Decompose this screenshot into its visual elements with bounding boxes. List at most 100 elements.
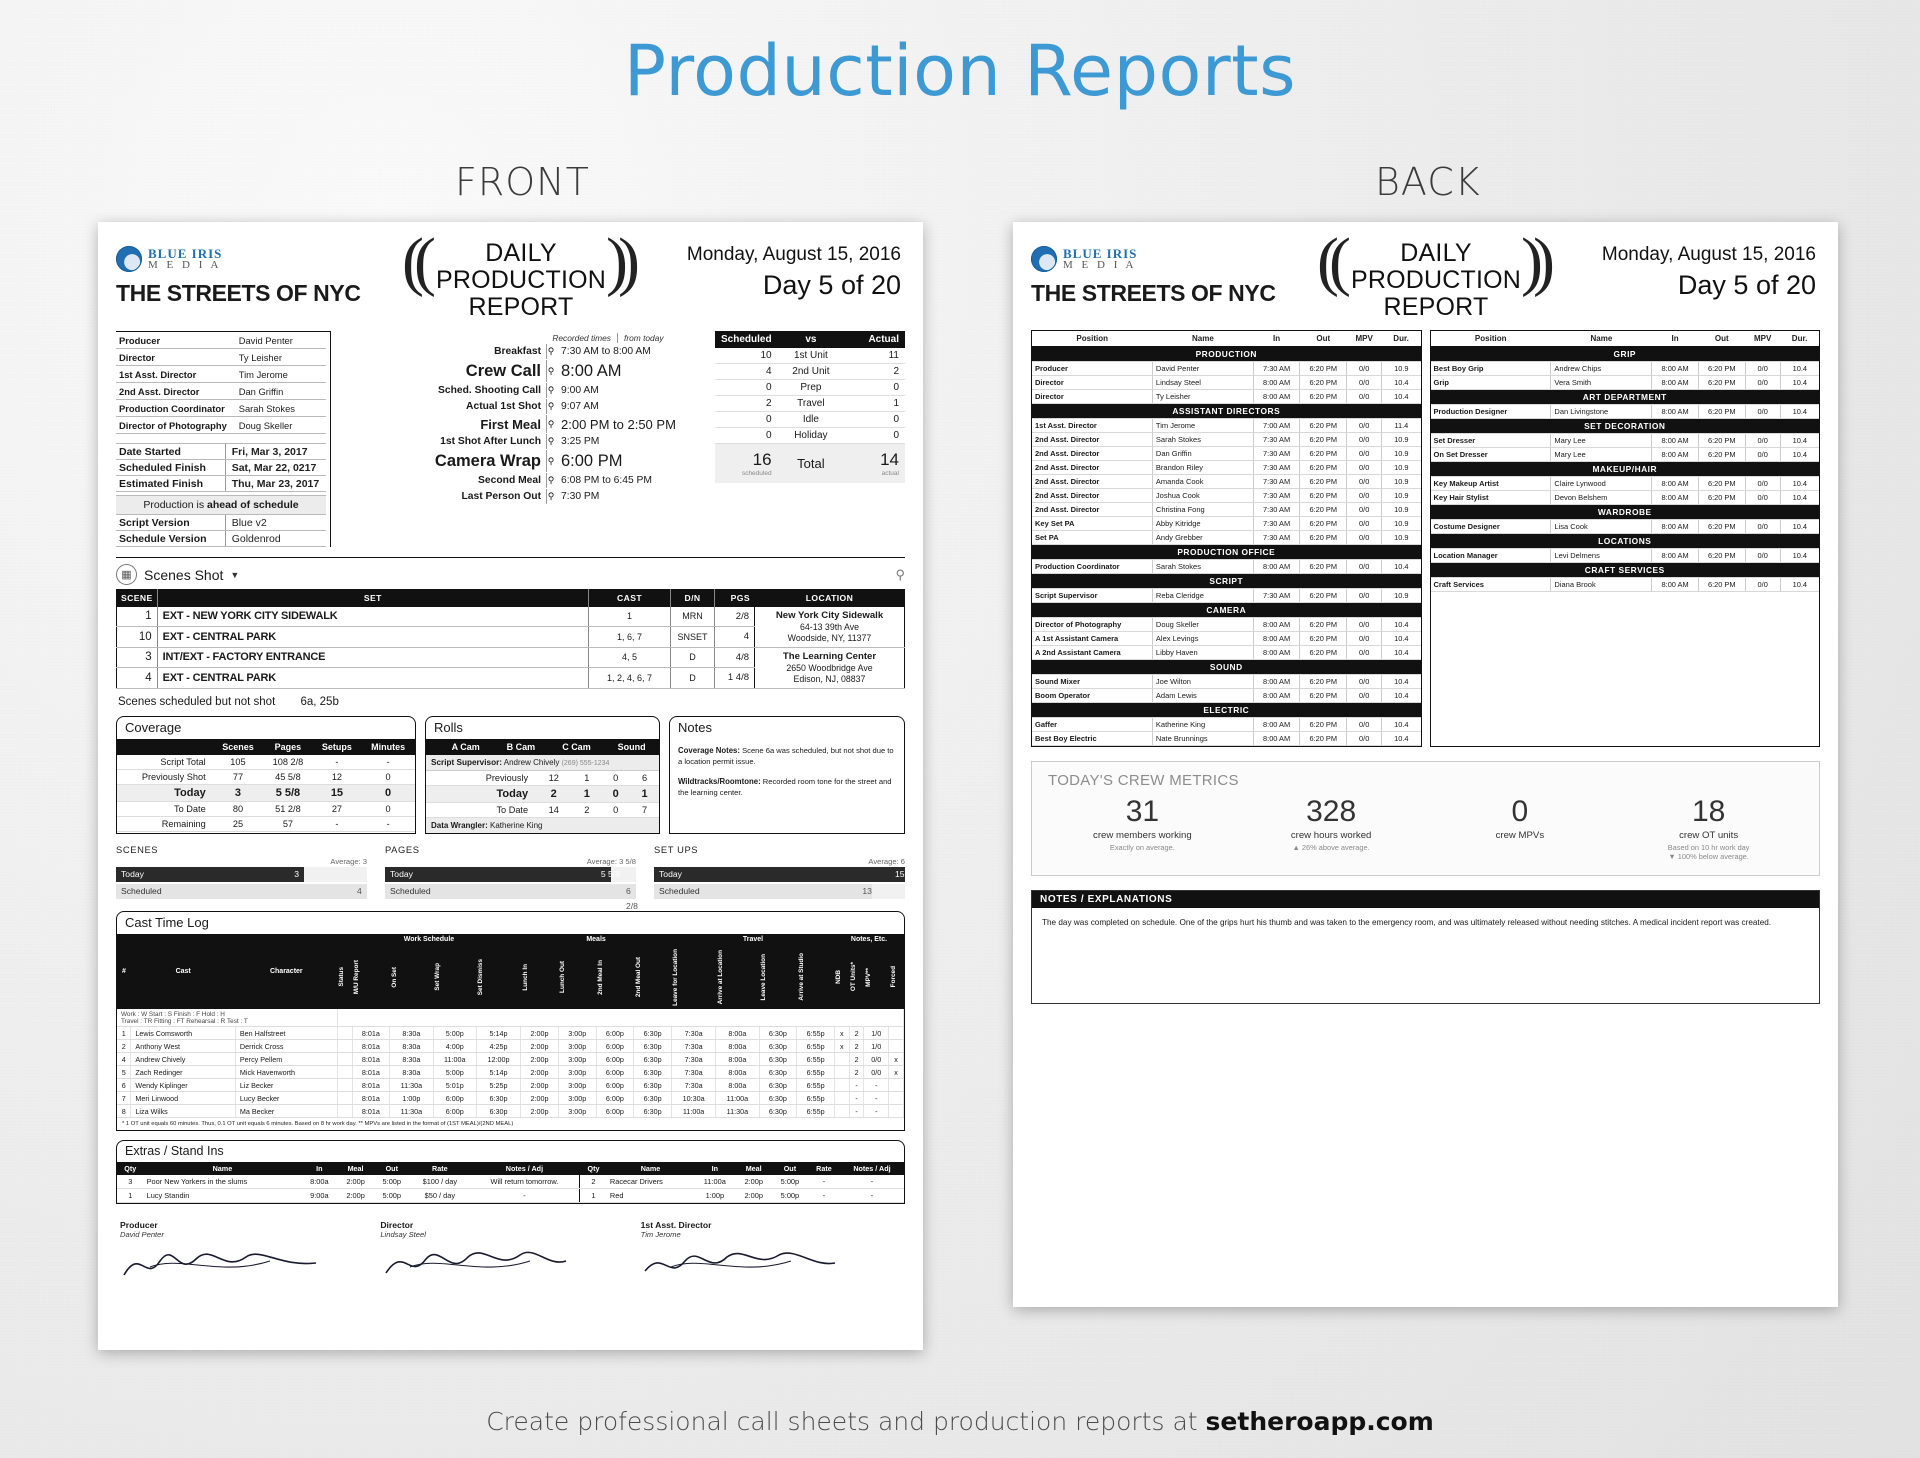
- ctl-onset: 1:00p: [389, 1091, 434, 1106]
- ctl-ot: -: [849, 1091, 865, 1106]
- crew-dur: 10.9: [1381, 588, 1421, 603]
- stat-bar-value: 13: [862, 885, 872, 896]
- extras-col-l-1: Name: [143, 1162, 302, 1176]
- version-row: Schedule Version Goldenrod: [116, 530, 326, 547]
- ctl-legend-line-1: Work : W Start : S Finish : F Hold : H: [121, 1010, 225, 1018]
- crew-dur: 10.4: [1381, 645, 1421, 660]
- crew-dur: 10.4: [1381, 717, 1421, 732]
- rolls-c: 0: [601, 770, 631, 786]
- notes-explanations-body: The day was completed on schedule. One o…: [1042, 918, 1772, 927]
- crew-dept-row: MAKEUP/HAIR: [1430, 461, 1819, 477]
- ctl-lout: 3:00p: [558, 1039, 597, 1054]
- ctl-character: Ben Halfstreet: [235, 1026, 338, 1041]
- crew-dur: 10.4: [1780, 375, 1819, 390]
- stat-bar-label: Today: [390, 868, 413, 879]
- crew-row: Key Makeup Artist Claire Lynwood 8:00 AM 6:…: [1430, 476, 1819, 491]
- key-crew-row: Producer David Penter: [116, 332, 326, 349]
- crew-metric-sub-line: Exactly on average.: [1109, 843, 1175, 852]
- ctl-legend: Work : W Start : S Finish : F Hold : H Tr…: [117, 1009, 338, 1028]
- coverage-setups: -: [312, 816, 362, 832]
- map-pin-icon[interactable]: ⚲: [895, 567, 905, 583]
- scene-location: New York City Sidewalk 64-13 39th Ave Wood…: [754, 606, 905, 648]
- crew-metric-sub-line: ▲ 26% above average.: [1292, 843, 1370, 852]
- key-crew-name: Sarah Stokes: [235, 399, 326, 417]
- stat-bar-value: 6 2/8: [625, 885, 638, 911]
- coverage-col-2: Pages: [263, 738, 313, 755]
- crew-dept-row: WARDROBE: [1430, 504, 1819, 520]
- time-row: Camera Wrap ⚲ 6:00 PM: [343, 450, 705, 472]
- ctl-onset: 11:30a: [389, 1104, 434, 1119]
- extras-table: Qty Name In Meal Out Rate Notes / Adj Qty Name In…: [117, 1162, 904, 1204]
- report-day: Day 5 of 20: [762, 270, 901, 300]
- ctl-lout: 3:00p: [558, 1065, 597, 1080]
- rolls-a: 14: [535, 802, 573, 818]
- crew-mpv: 0/0: [1346, 530, 1383, 545]
- coverage-label: Previously Shot: [117, 769, 213, 785]
- ctl-row: 1 Lewis Comsworth Ben Halfstreet 8:01a 8:30a…: [117, 1026, 904, 1041]
- scene-set: EXT - NEW YORK CITY SIDEWALK: [157, 606, 589, 628]
- ctl-mpv: -: [863, 1091, 890, 1106]
- crew-mpv: 0/0: [1346, 389, 1383, 404]
- sched-value: 2: [715, 395, 778, 412]
- crew-table-left: Position Name In Out MPV Dur. PRODUCTION Produ…: [1031, 330, 1422, 747]
- crew-in: 8:00 AM: [1253, 559, 1301, 574]
- extras-r-qty: 2: [579, 1175, 607, 1190]
- ctl-grp-span-3: Notes, Etc.: [834, 933, 904, 945]
- data-wrangler-label: Data Wrangler:: [431, 820, 488, 830]
- time-marker-icon: ⚲: [546, 434, 555, 449]
- crew-position: Costume Designer: [1430, 519, 1552, 534]
- back-sheet: BLUE IRIS M E D I A THE STREETS OF NYC (…: [1013, 222, 1838, 1307]
- date-row: Estimated Finish Thu, Mar 23, 2017: [116, 475, 326, 492]
- crew-mpv: 0/0: [1346, 361, 1383, 376]
- crew-out: 6:20 PM: [1698, 490, 1746, 505]
- ctl-wrap: 5:01p: [433, 1078, 477, 1093]
- ctl-vcol-label: Arrive at Studio: [797, 953, 805, 1001]
- crew-in: 8:00 AM: [1651, 476, 1699, 491]
- time-label: Sched. Shooting Call: [438, 385, 541, 396]
- crew-mpv: 0/0: [1346, 488, 1383, 503]
- crew-dept-label: CRAFT SERVICES: [1430, 562, 1819, 578]
- doc-line-1: DAILY: [485, 239, 557, 267]
- crew-dept-row: ELECTRIC: [1032, 702, 1421, 718]
- notes-card: Notes Coverage Notes: Scene 6a was sched…: [669, 715, 905, 834]
- crew-metric: 18 crew OT units Based on 10 hr work day ▼ …: [1614, 795, 1803, 861]
- actual-value: 11: [844, 348, 905, 364]
- extras-col-l-0: Qty: [117, 1162, 144, 1176]
- crew-dur: 10.4: [1381, 731, 1421, 746]
- crew-name: Vera Smith: [1550, 375, 1653, 390]
- ctl-row: 4 Andrew Chively Percy Pellem 8:01a 8:30a 11:…: [117, 1052, 904, 1067]
- date-row: Scheduled Finish Sat, Mar 22, 0217: [116, 459, 326, 476]
- page-title: Production Reports: [623, 30, 1297, 112]
- extras-l-rate: $50 / day: [409, 1188, 470, 1204]
- ctl-lfl: 7:30a: [671, 1078, 717, 1093]
- crew-mpv: 0/0: [1346, 617, 1383, 632]
- crew-col-l-2: In: [1253, 331, 1300, 347]
- coverage-row: Previously Shot 77 45 5/8 12 0: [117, 769, 415, 785]
- crew-position: Set Dresser: [1430, 433, 1552, 448]
- ctl-lfl: 10:30a: [671, 1091, 717, 1106]
- crew-row: Craft Services Diana Brook 8:00 AM 6:20 PM 0…: [1430, 577, 1819, 592]
- footer-brand[interactable]: setheroapp.com: [1206, 1407, 1434, 1436]
- rolls-label: Previously: [426, 770, 536, 786]
- crew-out: 6:20 PM: [1698, 447, 1746, 462]
- ctl-row: 8 Liza Wilks Ma Becker 8:01a 11:30a 6:00p 6:30…: [117, 1104, 904, 1119]
- crew-col-l-4: MPV: [1346, 331, 1382, 347]
- ctl-mu: 8:01a: [352, 1078, 391, 1093]
- scheduled-vs-actual-table: Scheduled vs Actual 10 1st Unit 11 4 2nd Uni…: [715, 331, 905, 483]
- coverage-scenes: 25: [212, 816, 264, 832]
- crew-out: 6:20 PM: [1299, 617, 1348, 632]
- time-label: Actual 1st Shot: [466, 401, 541, 412]
- ctl-legend-row: Work : W Start : S Finish : F Hold : H Tr…: [117, 1009, 904, 1028]
- crew-mpv: 0/0: [1346, 674, 1383, 689]
- cast-time-log-footnote: * 1 OT unit equals 60 minutes. Thus, 0.1…: [122, 1121, 514, 1128]
- crew-in: 7:30 AM: [1253, 488, 1301, 503]
- scene-dn: SNSET: [670, 626, 715, 648]
- rolls-c: 0: [601, 785, 631, 803]
- ctl-aal: 8:00a: [715, 1078, 760, 1093]
- times-col-a-label: Recorded times: [552, 333, 611, 343]
- ctl-aas: 6:55p: [796, 1091, 835, 1106]
- time-value: 6:08 PM to 6:45 PM: [561, 475, 653, 486]
- chevron-down-icon[interactable]: ▼: [230, 570, 239, 580]
- back-doc-line-1: DAILY: [1400, 239, 1472, 267]
- crew-row: A 2nd Assistant Camera Libby Haven 8:00 AM…: [1032, 645, 1421, 660]
